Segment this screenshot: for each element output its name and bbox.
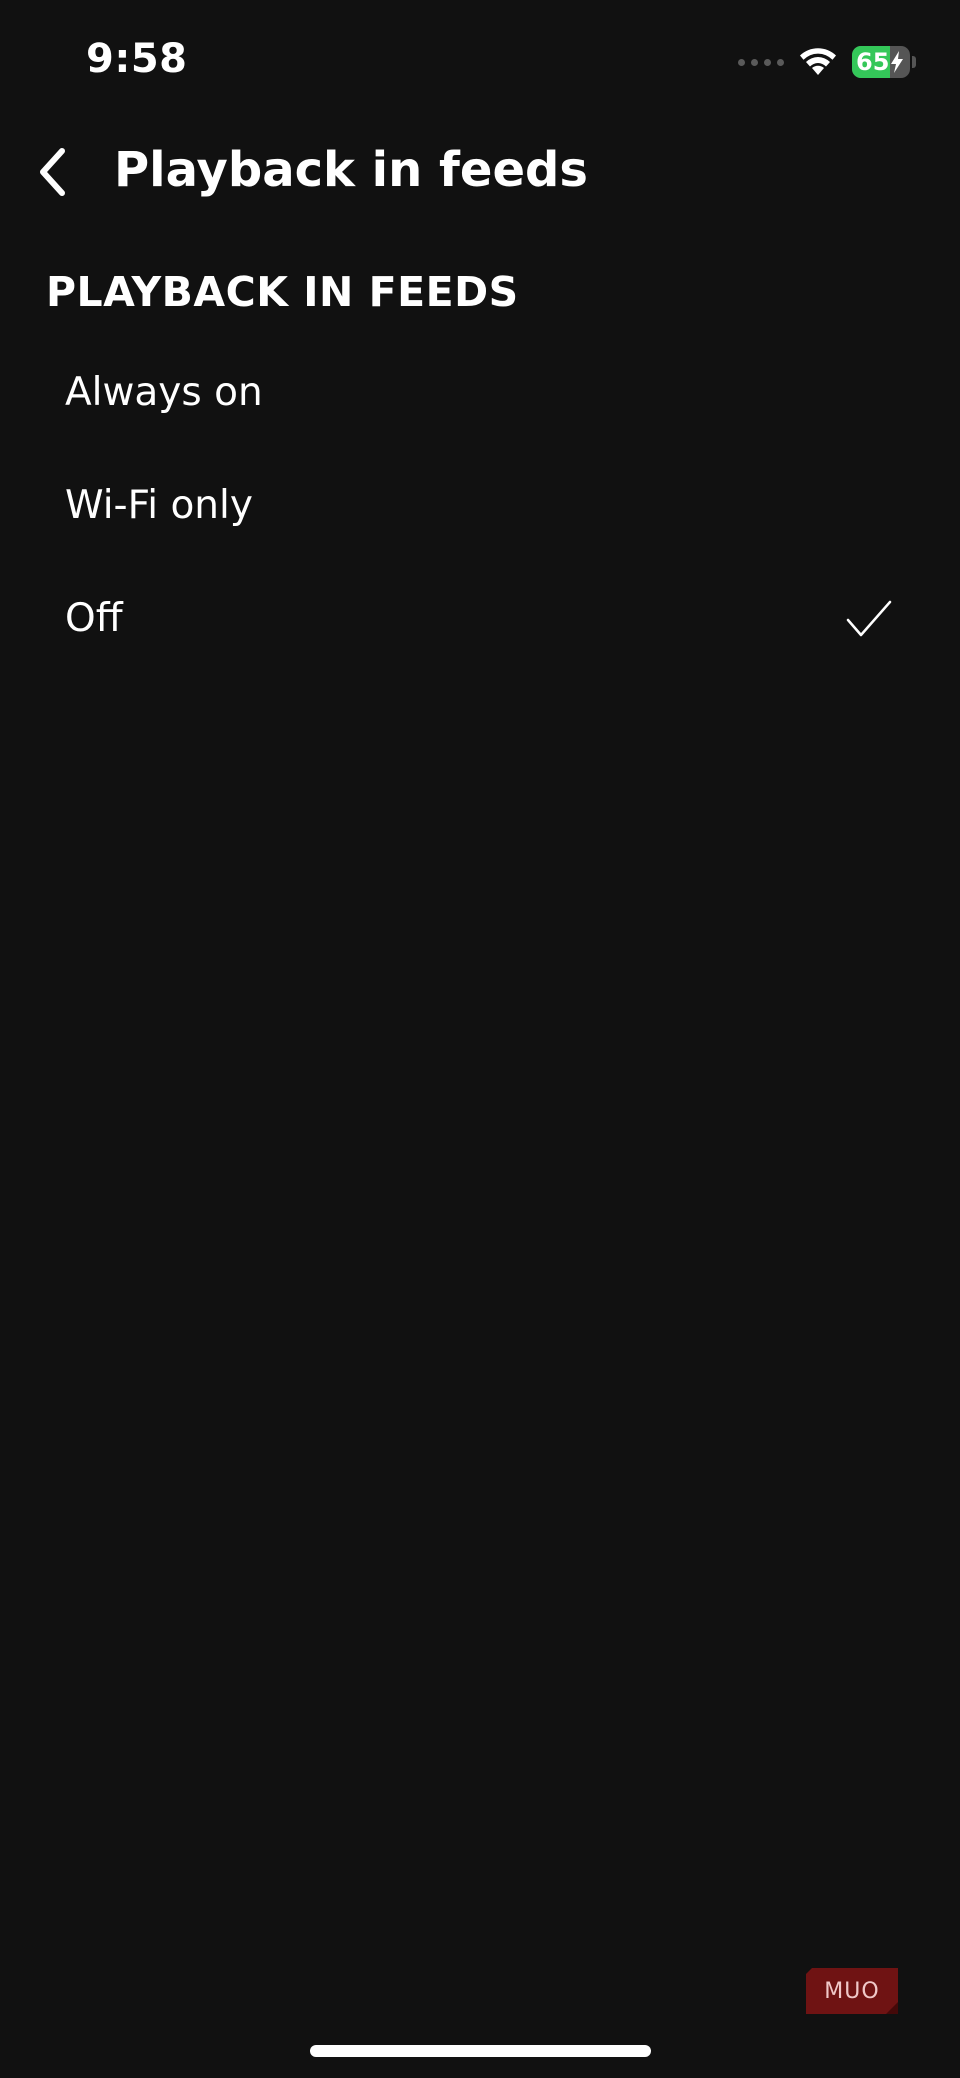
muo-watermark-logo: MUO [806, 1968, 898, 2014]
option-always-on[interactable]: Always on [0, 336, 960, 449]
page-title: Playback in feeds [114, 142, 588, 198]
checkmark-icon [846, 599, 892, 639]
option-off[interactable]: Off [0, 562, 960, 675]
option-label: Off [65, 596, 123, 641]
battery-level: 65 [856, 48, 890, 76]
home-indicator[interactable] [310, 2045, 651, 2057]
cellular-signal-icon [738, 58, 784, 66]
checkmark-icon [846, 373, 892, 413]
option-wifi-only[interactable]: Wi-Fi only [0, 449, 960, 562]
status-time: 9:58 [86, 36, 188, 82]
back-button[interactable] [24, 140, 80, 204]
battery-charging-icon: 65 [852, 46, 910, 78]
playback-options-list: Always on Wi-Fi only Off [0, 336, 960, 675]
chevron-left-icon [40, 148, 65, 196]
option-label: Wi-Fi only [65, 483, 253, 528]
watermark-text: MUO [824, 1978, 880, 2004]
section-header: PLAYBACK IN FEEDS [46, 268, 519, 316]
status-icons: 65 [738, 42, 916, 82]
checkmark-icon [846, 486, 892, 526]
option-label: Always on [65, 370, 263, 415]
wifi-icon [800, 48, 836, 75]
